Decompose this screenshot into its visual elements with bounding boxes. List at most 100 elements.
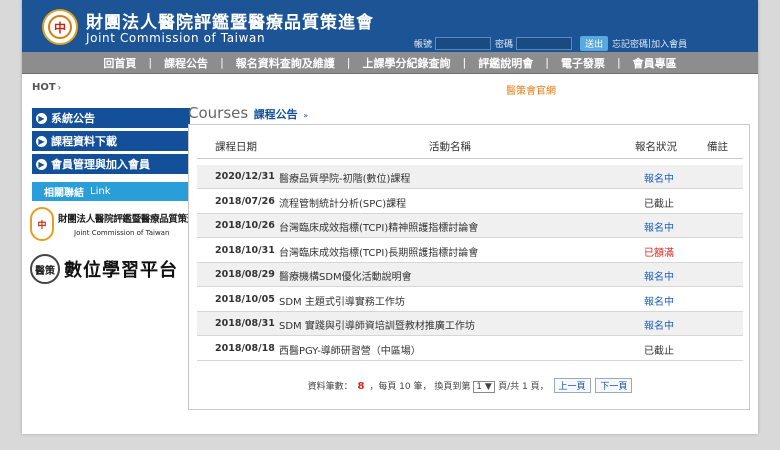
record-count-label: 資料筆數： (307, 382, 353, 392)
course-table-header: 課程日期 活動名稱 報名狀況 備註 (197, 135, 743, 159)
column-header-date: 課程日期 (215, 141, 257, 153)
next-page-button[interactable]: 下一頁 (595, 378, 633, 393)
sidebar-item-system-announcements[interactable]: ▶ 系統公告 (32, 108, 190, 128)
table-row[interactable]: 2018/08/31 SDM 實踐與引導師資培訓暨教材推廣工作坊 報名中 (197, 312, 743, 336)
arrow-bullet-icon: ▶ (36, 158, 47, 170)
dropdown-arrow-icon: ▼ (484, 381, 492, 392)
account-input[interactable] (435, 37, 492, 50)
table-row[interactable]: 2018/10/05 SDM 主題式引導實務工作坊 報名中 (197, 288, 743, 312)
jct-logo-link[interactable]: 中 財團法人醫院評鑑暨醫療品質策進會 Joint Commission of T… (30, 205, 206, 245)
site-header: 中 財團法人醫院評鑑暨醫療品質策進會 Joint Commission of T… (22, 0, 758, 52)
table-row[interactable]: 2018/07/26 流程管制統計分析(SPC)課程 已截止 (197, 190, 743, 214)
pagination: 資料筆數： 8 ，每頁 10 筆， 換頁到第 1 ▼ 頁/共 1 頁， 上一頁 … (189, 378, 751, 393)
double-chevron-icon: » (303, 111, 309, 120)
arrow-bullet-icon: ▶ (36, 135, 47, 147)
related-links-header: 相關聯結 Link (32, 182, 190, 201)
nav-separator: | (616, 56, 621, 69)
course-name-link[interactable]: SDM 主題式引導實務工作坊 (279, 293, 405, 308)
registration-status[interactable]: 報名中 (644, 268, 674, 283)
e-learning-platform-link[interactable]: 醫策 數位學習平台 (30, 252, 195, 288)
related-links-zh: 相關聯結 (44, 188, 84, 199)
course-date: 2018/10/31 (215, 244, 275, 256)
course-name-link[interactable]: 醫療機構SDM優化活動說明會 (279, 268, 412, 283)
column-header-status: 報名狀況 (635, 141, 677, 153)
nav-item-course-announcements[interactable]: 課程公告 (164, 55, 208, 71)
nav-item-home[interactable]: 回首頁 (103, 55, 136, 71)
registration-status: 已額滿 (644, 247, 674, 259)
nav-item-accreditation-briefing[interactable]: 評鑑說明會 (478, 55, 533, 71)
table-row[interactable]: 2018/10/26 台灣臨床成效指標(TCPI)精神照護指標討論會 報名中 (197, 214, 743, 238)
hot-label: HOT › (32, 82, 61, 93)
nav-separator: | (545, 56, 549, 69)
main-nav: 回首頁 | 課程公告 | 報名資料查詢及維護 | 上課學分紀錄查詢 | 評鑑說明… (22, 52, 758, 74)
goto-page-label: 換頁到第 (434, 382, 471, 392)
password-input[interactable] (516, 37, 573, 50)
join-member-link[interactable]: 加入會員 (651, 37, 687, 50)
course-date: 2018/10/05 (215, 293, 275, 305)
sidebar-item-label: 系統公告 (51, 112, 95, 125)
course-name-link[interactable]: 西醫PGY-導師研習營（中區場） (279, 342, 421, 357)
table-row[interactable]: 2018/08/29 醫療機構SDM優化活動說明會 報名中 (197, 263, 743, 287)
org-name[interactable]: 財團法人醫院評鑑暨醫療品質策進會 (86, 8, 374, 33)
sidebar-item-label: 會員管理與加入會員 (51, 158, 150, 171)
login-bar: 帳號 密碼 送出 忘記密碼 | 加入會員 (414, 36, 687, 51)
course-date: 2020/12/31 (215, 171, 275, 182)
course-date: 2018/07/26 (215, 195, 275, 207)
course-name-link[interactable]: 台灣臨床成效指標(TCPI)長期照護指標討論會 (279, 244, 478, 259)
column-header-note: 備註 (707, 141, 728, 153)
page-select[interactable]: 1 ▼ (473, 380, 496, 393)
table-row[interactable]: 2018/08/18 西醫PGY-導師研習營（中區場） 已截止 (197, 337, 743, 361)
record-count: 8 (357, 381, 365, 392)
registration-status[interactable]: 報名中 (644, 219, 674, 234)
jct-logo-name: 財團法人醫院評鑑暨醫療品質策進會 (58, 214, 206, 225)
jct-seal-icon: 中 (30, 207, 54, 241)
password-label: 密碼 (495, 40, 514, 50)
nav-separator: | (220, 56, 224, 69)
login-submit-button[interactable]: 送出 (580, 36, 609, 51)
total-pages-text: 頁/共 1 頁， (498, 382, 549, 392)
column-header-name: 活動名稱 (429, 141, 471, 153)
org-logo-icon[interactable]: 中 (42, 9, 78, 45)
registration-status[interactable]: 報名中 (644, 293, 674, 308)
course-name-link[interactable]: 流程管制統計分析(SPC)課程 (279, 195, 406, 210)
nav-item-credit-records[interactable]: 上課學分紀錄查詢 (363, 55, 451, 71)
page-select-value: 1 (476, 381, 482, 392)
sidebar-menu: ▶ 系統公告 ▶ 課程資料下載 ▶ 會員管理與加入會員 (32, 108, 190, 177)
registration-status[interactable]: 報名中 (644, 317, 674, 332)
page: 中 財團法人醫院評鑑暨醫療品質策進會 Joint Commission of T… (22, 0, 758, 434)
sidebar-item-course-downloads[interactable]: ▶ 課程資料下載 (32, 131, 190, 151)
nav-item-registration-query[interactable]: 報名資料查詢及維護 (236, 55, 335, 71)
courses-title: Courses (188, 104, 249, 122)
course-date: 2018/10/26 (215, 220, 275, 231)
chevron-right-icon: › (57, 83, 61, 92)
hot-text: HOT (32, 82, 56, 93)
registration-status: 已截止 (644, 198, 674, 210)
account-label: 帳號 (414, 40, 433, 50)
nav-separator: | (148, 56, 153, 69)
e-learning-platform-title: 數位學習平台 (64, 260, 178, 281)
related-links-en: Link (90, 186, 111, 197)
sidebar-item-label: 課程資料下載 (51, 135, 117, 148)
course-date: 2018/08/29 (215, 269, 275, 280)
sidebar-item-member-management[interactable]: ▶ 會員管理與加入會員 (32, 154, 190, 174)
prev-page-button[interactable]: 上一頁 (553, 378, 591, 393)
jct-logo-english: Joint Commission of Taiwan (74, 229, 170, 237)
courses-subtitle: 課程公告 (253, 108, 298, 121)
forgot-password-link[interactable]: 忘記密碼 (612, 37, 648, 50)
arrow-bullet-icon: ▶ (36, 112, 47, 124)
official-site-link[interactable]: 醫策會官網 (506, 82, 556, 97)
course-name-link[interactable]: 醫療品質學院-初階(數位)課程 (279, 170, 410, 185)
nav-item-member-zone[interactable]: 會員專區 (633, 55, 677, 71)
table-row[interactable]: 2018/10/31 台灣臨床成效指標(TCPI)長期照護指標討論會 已額滿 (197, 239, 743, 263)
course-date: 2018/08/31 (215, 318, 275, 329)
course-name-link[interactable]: 台灣臨床成效指標(TCPI)精神照護指標討論會 (279, 219, 478, 234)
table-row[interactable]: 2020/12/31 醫療品質學院-初階(數位)課程 報名中 (197, 165, 743, 189)
registration-status: 已截止 (644, 345, 674, 357)
registration-status[interactable]: 報名中 (644, 170, 674, 185)
course-date: 2018/08/18 (215, 342, 275, 354)
e-learning-logo-icon: 醫策 (30, 254, 60, 284)
nav-separator: | (462, 56, 467, 69)
nav-item-e-invoice[interactable]: 電子發票 (561, 55, 605, 71)
course-name-link[interactable]: SDM 實踐與引導師資培訓暨教材推廣工作坊 (279, 317, 475, 332)
nav-separator: | (346, 56, 351, 69)
